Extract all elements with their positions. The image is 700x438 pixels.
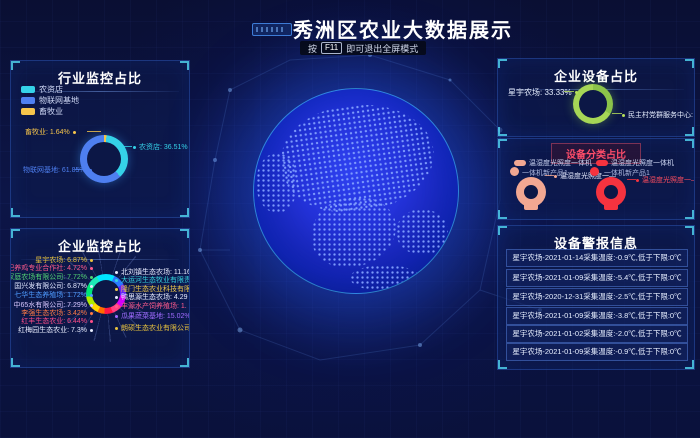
chart-callout: 农资店: 36.51% — [133, 142, 188, 152]
callout-line — [75, 169, 88, 170]
callout-label: 星宇农场: 33.33% — [508, 87, 572, 98]
legend-label: 农资店 — [39, 84, 63, 95]
callout-dot — [90, 304, 93, 307]
chart-callout: 星宇农场: 33.33% — [508, 87, 578, 98]
legend-item[interactable]: 农资店 — [21, 85, 79, 94]
alarm-row: 星宇农场-2021-01-09采集温度:-5.4℃,低于下限:0℃ — [506, 269, 688, 287]
legend-item[interactable]: 温湿度光照度一体机 — [596, 158, 674, 168]
callout-label: 丰源水产饲养殖场: 1. — [121, 301, 187, 311]
dashboard: 秀洲区农业大数据展示 按 F11 即可退出全屏模式 行业监控占比 农资店 物联网… — [0, 0, 700, 438]
callout-dot — [90, 276, 93, 279]
legend-label: 温湿度光照度一体机 — [611, 158, 674, 168]
callout-dot — [90, 329, 93, 332]
callout-dot — [90, 312, 93, 315]
legend-label: 物联网基地 — [39, 95, 79, 106]
chart-callout: 瓜果蔬菜基地: 15.02% — [115, 311, 190, 321]
callout-line — [545, 175, 554, 176]
globe-continent-dots — [396, 209, 448, 255]
legend-swatch — [596, 160, 608, 166]
callout-line — [87, 131, 101, 132]
panel-title: 企业设备占比 — [498, 59, 694, 85]
chart-callout: 民主村党群服务中心: — [622, 110, 693, 120]
legend-swatch — [21, 86, 35, 93]
callout-label: 畜牧业: 1.64% — [25, 127, 70, 137]
callout-dot — [90, 320, 93, 323]
chart-callout: 丰源水产饲养殖场: 1. — [115, 301, 187, 311]
callout-line — [120, 146, 132, 147]
callout-dot — [89, 169, 92, 172]
legend-swatch — [514, 160, 526, 166]
callout-dot — [115, 271, 118, 274]
legend-swatch — [21, 108, 35, 115]
callout-dot — [575, 91, 578, 94]
chart-callout: 畜牧业: 1.64% — [25, 127, 76, 137]
callout-dot — [115, 315, 118, 318]
callout-label: 红梅园生态农业: 7.3% — [18, 325, 87, 335]
callout-dot — [73, 131, 76, 134]
panel-title: 行业监控占比 — [11, 61, 189, 87]
globe-continent-dots — [350, 265, 420, 291]
callout-dot — [115, 296, 118, 299]
enterprise-monitor-panel: 企业监控占比 星宇农场: 6.87% 6记养鸡专业合作社: 4.72% 家庭农场… — [10, 228, 190, 368]
callout-label: 温湿度光照度一— — [642, 175, 695, 185]
alarm-row: 星宇农场-2021-01-02采集温度:-2.0℃,低于下限:0℃ — [506, 325, 688, 343]
callout-label: 民主村党群服务中心: — [628, 110, 693, 120]
callout-dot — [90, 294, 93, 297]
callout-dot — [636, 179, 639, 182]
chart-callout: 红梅园生态农业: 7.3% — [18, 325, 93, 335]
chart-callout: 温湿度光照度一— — [636, 175, 695, 185]
callout-line — [564, 91, 574, 92]
callout-dot — [90, 267, 93, 270]
f11-key-badge: F11 — [321, 42, 342, 54]
pie-stem — [524, 203, 538, 210]
pie-stem — [604, 203, 618, 210]
callout-label: 瓜果蔬菜基地: 15.02% — [121, 311, 190, 321]
fullscreen-hint-toast: 按 F11 即可退出全屏模式 — [300, 41, 426, 55]
callout-dot — [133, 146, 136, 149]
legend-item[interactable]: 温湿度光照度一体机 — [514, 158, 592, 168]
device-ratio-panel: 企业设备占比 星宇农场: 33.33% 民主村党群服务中心: — [497, 58, 695, 137]
legend-swatch — [21, 97, 35, 104]
callout-label: 农资店: 36.51% — [139, 142, 188, 152]
legend-item[interactable]: 物联网基地 — [21, 96, 79, 105]
globe-visualization — [253, 88, 459, 294]
callout-label: 七华生态养殖场: 1.72% — [14, 290, 87, 300]
hint-suffix: 即可退出全屏模式 — [346, 42, 418, 55]
callout-line — [627, 179, 636, 180]
device-donut-chart[interactable] — [573, 84, 613, 124]
alarm-row: 星宇农场-2020-12-31采集温度:-2.5℃,低于下限:0℃ — [506, 288, 688, 306]
industry-monitor-panel: 行业监控占比 农资店 物联网基地 畜牧业 畜牧业: 1.64% 农资店: 36.… — [10, 60, 190, 218]
callout-dot — [554, 175, 557, 178]
device-alarm-panel: 设备警报信息 星宇农场-2021-01-14采集温度:-0.9℃,低于下限:0℃… — [497, 225, 695, 370]
legend-label: 畜牧业 — [39, 106, 63, 117]
callout-line — [612, 113, 622, 114]
callout-dot — [90, 259, 93, 262]
alarm-row: 星宇农场-2021-01-14采集温度:-0.9℃,低于下限:0℃ — [506, 249, 688, 267]
legend-label: 温湿度光照度一体机 — [529, 158, 592, 168]
chart-callout: 物联网基地: 61.85% — [23, 165, 92, 175]
callout-dot — [115, 305, 118, 308]
industry-donut-chart[interactable] — [80, 135, 128, 183]
chart-callout: 朗硕生态农业有限公司: 6.87% — [115, 323, 190, 333]
callout-dot — [115, 288, 118, 291]
globe-continent-dots — [256, 153, 298, 213]
pie-small-segment — [510, 167, 519, 176]
callout-dot — [622, 114, 625, 117]
alarm-row: 星宇农场-2021-01-09采集温度:-0.9℃,低于下限:0℃ — [506, 343, 688, 361]
industry-legend: 农资店 物联网基地 畜牧业 — [21, 85, 79, 118]
alarm-row: 星宇农场-2021-01-09采集温度:-3.8℃,低于下限:0℃ — [506, 307, 688, 325]
watermark-logo — [252, 23, 292, 36]
globe-continent-dots — [312, 197, 396, 267]
callout-label: 物联网基地: 61.85% — [23, 165, 86, 175]
legend-item[interactable]: 畜牧业 — [21, 107, 79, 116]
device-class-panel: 设备分类占比 温湿度光照度一体机 一体机新产品1 温湿度光照度一— 温湿度光照度… — [497, 138, 695, 220]
callout-label: 朗硕生态农业有限公司: 6.87% — [121, 323, 190, 333]
page-title: 秀洲区农业大数据展示 — [293, 14, 513, 43]
callout-dot — [115, 279, 118, 282]
hint-prefix: 按 — [308, 42, 317, 55]
pie-small-segment — [590, 167, 599, 176]
callout-dot — [115, 327, 118, 330]
chart-callout: 七华生态养殖场: 1.72% — [14, 290, 93, 300]
callout-dot — [90, 285, 93, 288]
